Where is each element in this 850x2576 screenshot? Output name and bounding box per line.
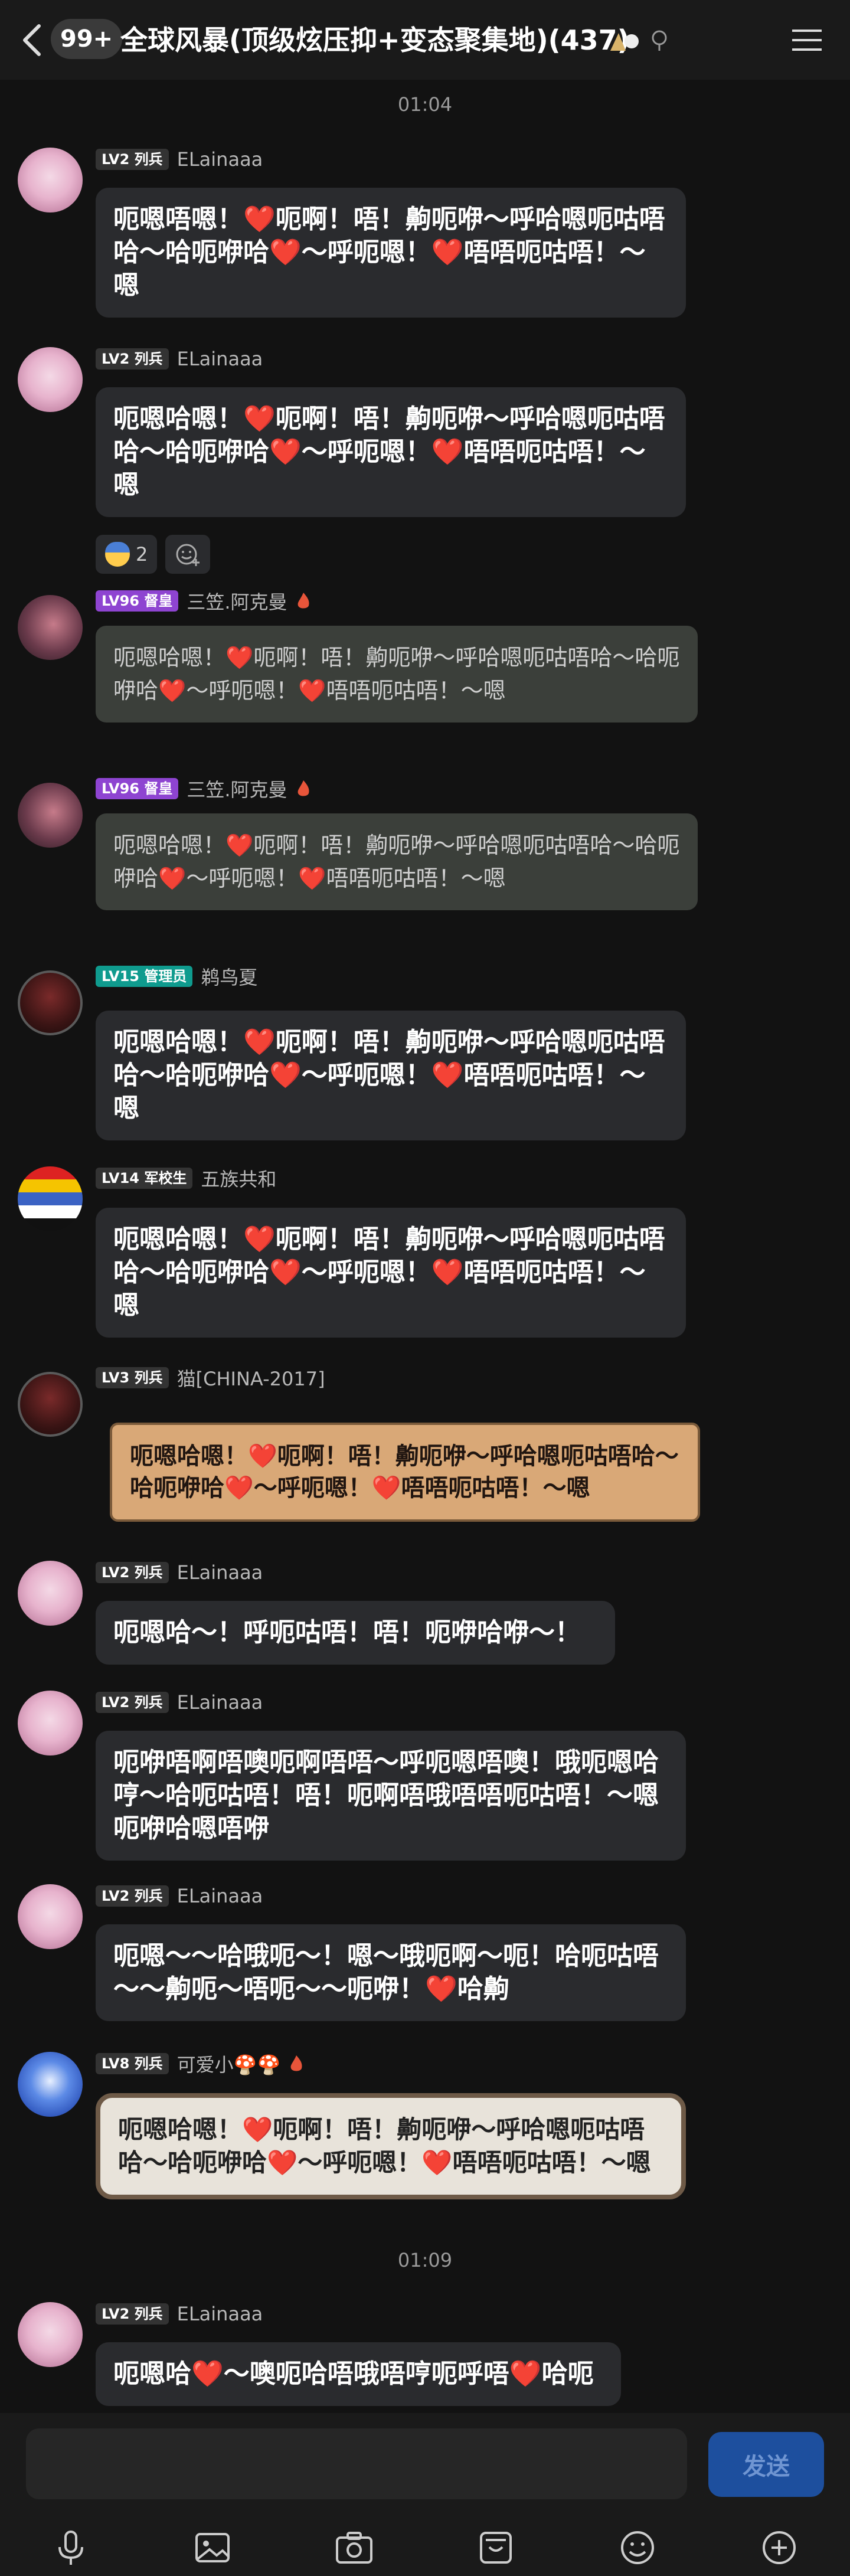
- add-reaction-button[interactable]: [165, 535, 211, 574]
- avatar[interactable]: [18, 1372, 83, 1437]
- message-bubble[interactable]: 呃嗯～～哈哦呃～！嗯～哦呃啊～呃！哈呃咕唔～～齁呃～唔呃～～呃咿！❤️哈齁: [96, 1924, 686, 2021]
- sender-name[interactable]: 猫[CHINA-2017]: [177, 1364, 325, 1391]
- level-badge: LV2 列兵: [96, 1562, 169, 1583]
- timestamp: 01:04: [397, 93, 453, 116]
- message-bubble[interactable]: 呃嗯哈❤️～噢呃哈唔哦唔哼呃呼唔❤️哈呃: [96, 2342, 621, 2406]
- avatar[interactable]: [18, 148, 83, 213]
- sender-name[interactable]: ELainaaa: [177, 1885, 263, 1907]
- flame-icon: [298, 780, 309, 796]
- sender-meta: LV2 列兵 ELainaaa: [96, 2302, 263, 2326]
- anxious-face-icon: [105, 542, 130, 567]
- message-bubble[interactable]: 呃嗯哈～！呼呃咕唔！唔！呃咿哈咿～！: [96, 1601, 615, 1665]
- sender-meta: LV14 军校生 五族共和: [96, 1165, 276, 1192]
- message-bubble[interactable]: 呃嗯哈嗯！❤️呃啊！唔！齁呃咿～呼哈嗯呃咕唔哈～哈呃咿哈❤️～呼呃嗯！❤️唔唔呃…: [96, 813, 698, 910]
- reaction-bar: 2: [96, 535, 211, 574]
- sender-meta: LV2 列兵 ELainaaa: [96, 347, 263, 371]
- message-bubble[interactable]: 呃嗯唔嗯！❤️呃啊！唔！齁呃咿～呼哈嗯呃咕唔哈～哈呃咿哈❤️～呼呃嗯！❤️唔唔呃…: [96, 188, 686, 318]
- composer-toolbar: [0, 2519, 850, 2576]
- flame-icon: [290, 2055, 302, 2071]
- sender-name[interactable]: ELainaaa: [177, 2303, 263, 2325]
- level-badge: LV96 督皇: [96, 590, 179, 612]
- level-badge: LV8 列兵: [96, 2053, 169, 2074]
- back-icon[interactable]: [18, 22, 47, 58]
- message-bubble[interactable]: 呃嗯哈嗯！❤️呃啊！唔！齁呃咿～呼哈嗯呃咕唔哈～哈呃咿哈❤️～呼呃嗯！❤️唔唔呃…: [110, 1423, 700, 1522]
- level-badge: LV96 督皇: [96, 778, 179, 799]
- message-bubble[interactable]: 呃嗯哈嗯！❤️呃啊！唔！齁呃咿～呼哈嗯呃咕唔哈～哈呃咿哈❤️～呼呃嗯！❤️唔唔呃…: [96, 2093, 686, 2199]
- level-badge: LV2 列兵: [96, 2303, 169, 2325]
- avatar[interactable]: [18, 595, 83, 660]
- sender-meta: LV96 督皇 三笠.阿克曼: [96, 589, 311, 613]
- sender-meta: LV2 列兵 ELainaaa: [96, 1561, 263, 1584]
- chat-header: 99+ 全球风暴(顶级炫压抑+变态聚集地)(437): [0, 0, 850, 80]
- sender-meta: LV15 管理员 鹈鸟夏: [96, 963, 257, 990]
- message-bubble[interactable]: 呃咿唔啊唔噢呃啊唔唔～呼呃嗯唔噢！哦呃嗯哈哼～哈呃咕唔！唔！呃啊唔哦唔唔呃咕唔！…: [96, 1731, 686, 1861]
- level-badge: LV2 列兵: [96, 1885, 169, 1907]
- sender-name[interactable]: ELainaaa: [177, 148, 263, 171]
- avatar[interactable]: [18, 783, 83, 848]
- reaction-count: 2: [136, 543, 148, 565]
- reaction-pill[interactable]: 2: [96, 535, 158, 574]
- level-badge: LV2 列兵: [96, 348, 169, 370]
- unread-badge[interactable]: 99+: [51, 19, 123, 59]
- title-icons: [608, 27, 668, 53]
- level-badge: LV2 列兵: [96, 1692, 169, 1713]
- flame-icon: [298, 593, 309, 609]
- avatar[interactable]: [18, 1884, 83, 1949]
- emoji-icon[interactable]: [617, 2527, 658, 2568]
- group-badge-icon: [610, 33, 639, 51]
- avatar[interactable]: [18, 970, 83, 1035]
- avatar[interactable]: [18, 1691, 83, 1756]
- message-bubble[interactable]: 呃嗯哈嗯！❤️呃啊！唔！齁呃咿～呼哈嗯呃咕唔哈～哈呃咿哈❤️～呼呃嗯！❤️唔唔呃…: [96, 1011, 686, 1140]
- level-badge: LV2 列兵: [96, 149, 169, 170]
- avatar[interactable]: [18, 347, 83, 412]
- camera-icon[interactable]: [334, 2527, 375, 2568]
- image-icon[interactable]: [192, 2527, 233, 2568]
- level-badge: LV3 列兵: [96, 1367, 169, 1388]
- sender-name[interactable]: 三笠.阿克曼: [187, 587, 287, 614]
- mic-icon[interactable]: [50, 2527, 91, 2568]
- timestamp: 01:09: [397, 2249, 453, 2271]
- message-bubble[interactable]: 呃嗯哈嗯！❤️呃啊！唔！齁呃咿～呼哈嗯呃咕唔哈～哈呃咿哈❤️～呼呃嗯！❤️唔唔呃…: [96, 1208, 686, 1338]
- sender-meta: LV96 督皇 三笠.阿克曼: [96, 775, 311, 802]
- sender-name[interactable]: 鹈鸟夏: [201, 963, 257, 990]
- sender-name[interactable]: ELainaaa: [177, 1691, 263, 1714]
- sender-name[interactable]: 可爱小🍄🍄: [177, 2050, 281, 2077]
- sender-name[interactable]: ELainaaa: [177, 348, 263, 370]
- message-bubble[interactable]: 呃嗯哈嗯！❤️呃啊！唔！齁呃咿～呼哈嗯呃咕唔哈～哈呃咿哈❤️～呼呃嗯！❤️唔唔呃…: [96, 387, 686, 517]
- plus-icon[interactable]: [759, 2527, 800, 2568]
- avatar[interactable]: [18, 1561, 83, 1626]
- composer: 发送: [0, 2413, 850, 2576]
- sender-meta: LV3 列兵 猫[CHINA-2017]: [96, 1366, 325, 1390]
- menu-icon[interactable]: [791, 27, 823, 53]
- message-input[interactable]: [26, 2428, 687, 2499]
- sender-meta: LV8 列兵 可爱小🍄🍄: [96, 2050, 304, 2077]
- message-bubble[interactable]: 呃嗯哈嗯！❤️呃啊！唔！齁呃咿～呼哈嗯呃咕唔哈～哈呃咿哈❤️～呼呃嗯！❤️唔唔呃…: [96, 626, 698, 723]
- level-badge: LV14 军校生: [96, 1168, 193, 1189]
- avatar[interactable]: [18, 2302, 83, 2367]
- add-reaction-icon: [176, 544, 200, 566]
- level-badge: LV15 管理员: [96, 966, 193, 987]
- chat-title: 全球风暴(顶级炫压抑+变态聚集地)(437): [120, 24, 630, 56]
- send-button[interactable]: 发送: [708, 2432, 824, 2497]
- sender-meta: LV2 列兵 ELainaaa: [96, 1691, 263, 1714]
- sender-meta: LV2 列兵 ELainaaa: [96, 148, 263, 171]
- avatar[interactable]: [18, 1166, 83, 1231]
- sender-meta: LV2 列兵 ELainaaa: [96, 1884, 263, 1908]
- sender-name[interactable]: 三笠.阿克曼: [187, 775, 287, 802]
- sticker-icon[interactable]: [475, 2527, 516, 2568]
- avatar[interactable]: [18, 2052, 83, 2117]
- tag-icon: [652, 30, 667, 51]
- sender-name[interactable]: ELainaaa: [177, 1561, 263, 1584]
- sender-name[interactable]: 五族共和: [201, 1165, 276, 1192]
